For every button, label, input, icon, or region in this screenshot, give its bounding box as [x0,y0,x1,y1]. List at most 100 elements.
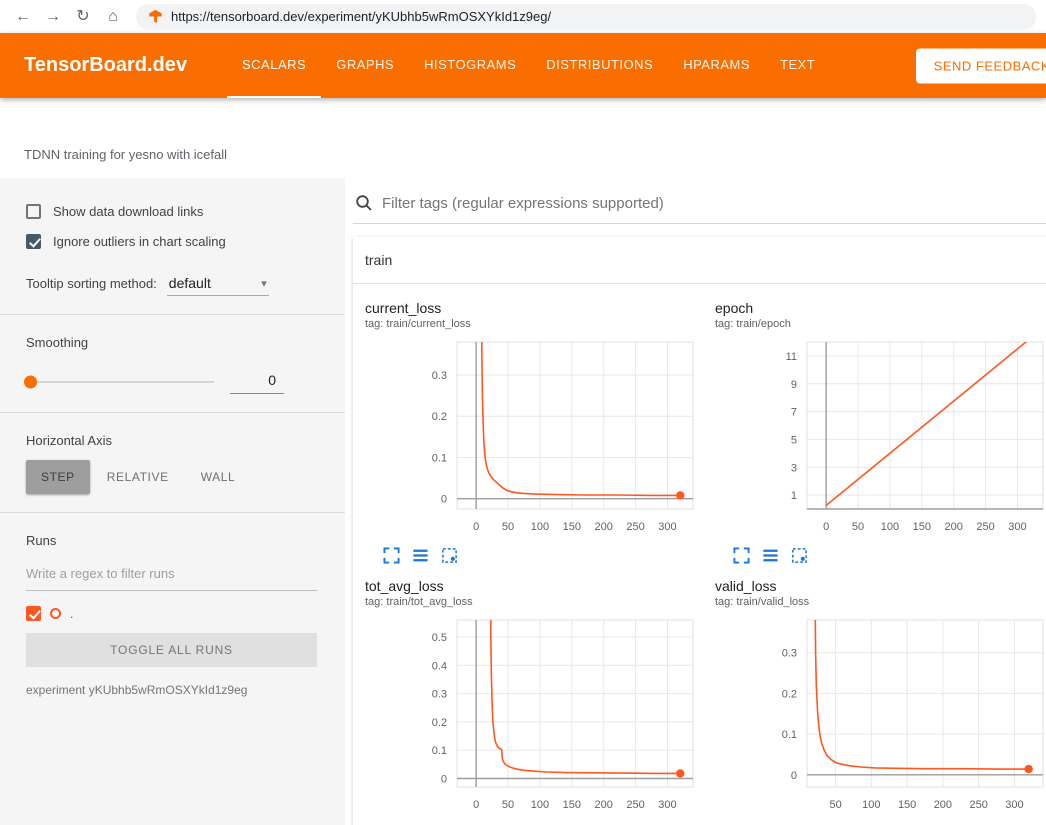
svg-text:150: 150 [913,521,931,533]
ignore-outliers-row[interactable]: Ignore outliers in chart scaling [26,234,317,249]
svg-text:9: 9 [791,379,797,391]
svg-text:50: 50 [502,799,514,811]
toggle-all-runs-button[interactable]: TOGGLE ALL RUNS [26,633,317,667]
svg-text:50: 50 [502,521,514,533]
chart-canvas[interactable]: 0501001502002503001357911 [715,334,1046,539]
sidebar-divider [0,512,345,513]
tab-graphs[interactable]: GRAPHS [321,33,409,98]
svg-text:150: 150 [898,799,916,811]
svg-text:200: 200 [945,521,963,533]
svg-text:0: 0 [441,774,447,786]
ignore-outliers-checkbox[interactable] [26,234,41,249]
svg-text:200: 200 [934,799,952,811]
tooltip-sorting-value: default [169,275,211,291]
svg-text:250: 250 [626,521,644,533]
horizontal-axis-toggle: STEP RELATIVE WALL [26,460,317,494]
svg-text:0.4: 0.4 [432,660,447,672]
svg-text:150: 150 [563,521,581,533]
home-icon[interactable]: ⌂ [100,9,126,25]
fit-domain-button[interactable] [441,547,458,564]
svg-text:100: 100 [862,799,880,811]
svg-text:300: 300 [658,799,676,811]
browser-toolbar: ← → ↻ ⌂ https://tensorboard.dev/experime… [0,0,1046,33]
expand-chart-icon [383,547,400,564]
tab-scalars[interactable]: SCALARS [227,33,321,98]
view-data-button[interactable] [412,547,429,564]
axis-relative-button[interactable]: RELATIVE [92,460,184,494]
chart-tag: tag: train/epoch [715,318,1046,330]
chart-tag: tag: train/tot_avg_loss [365,596,707,608]
axis-step-button[interactable]: STEP [26,460,90,494]
run-name: . [70,607,73,621]
chart-title: tot_avg_loss [365,578,707,594]
data-lines-icon [412,547,429,564]
app-header: TensorBoard.dev SCALARS GRAPHS HISTOGRAM… [0,33,1046,98]
svg-text:0: 0 [473,799,479,811]
experiment-title-strip: TDNN training for yesno with icefall [0,98,1046,178]
train-section-header[interactable]: train [353,237,1046,284]
tag-filter-row [353,186,1046,224]
run-list-item[interactable]: . [26,606,317,621]
runs-filter-input[interactable] [26,558,317,591]
ignore-outliers-label: Ignore outliers in chart scaling [53,234,226,249]
tensorboard-favicon-icon [148,9,163,24]
nav-tabs: SCALARS GRAPHS HISTOGRAMS DISTRIBUTIONS … [227,33,830,98]
svg-text:0.3: 0.3 [432,689,447,701]
fit-domain-button[interactable] [791,547,808,564]
chart-canvas[interactable]: 05010015020025030000.10.20.3 [365,334,701,539]
tab-text[interactable]: TEXT [765,33,830,98]
svg-text:0.1: 0.1 [432,745,447,757]
tag-filter-input[interactable] [382,195,1042,212]
view-data-button[interactable] [762,547,779,564]
scalar-chart-epoch: epochtag: train/epoch0501001502002503001… [715,300,1046,564]
address-bar[interactable]: https://tensorboard.dev/experiment/yKUbh… [136,4,1036,30]
expand-chart-button[interactable] [383,547,400,564]
smoothing-slider[interactable] [26,381,214,383]
expand-chart-button[interactable] [733,547,750,564]
chart-title: current_loss [365,300,707,316]
settings-sidebar: Show data download links Ignore outliers… [0,178,345,825]
tab-distributions[interactable]: DISTRIBUTIONS [531,33,668,98]
fit-domain-icon [791,547,808,564]
back-icon[interactable]: ← [10,9,36,25]
chart-canvas[interactable]: 5010015020025030000.10.20.3 [715,612,1046,817]
svg-text:0: 0 [441,494,447,506]
scalars-dashboard: train current_loss tag: train/current_los… [345,178,1046,825]
horizontal-axis-label: Horizontal Axis [26,433,317,448]
smoothing-value-input[interactable]: 0 [230,370,284,394]
svg-text:3: 3 [791,462,797,474]
sidebar-divider [0,412,345,413]
reload-icon[interactable]: ↻ [70,9,96,25]
tab-hparams[interactable]: HPARAMS [668,33,765,98]
experiment-id-note: experiment yKUbhb5wRmOSXYkId1z9eg [26,683,317,697]
svg-text:0: 0 [791,770,797,782]
charts-grid: current_losstag: train/current_loss05010… [353,284,1046,825]
svg-text:0.1: 0.1 [432,452,447,464]
search-icon [355,194,373,212]
send-feedback-button[interactable]: SEND FEEDBACK [916,48,1046,83]
chart-tag: tag: train/current_loss [365,318,707,330]
svg-text:200: 200 [595,521,613,533]
svg-text:0.1: 0.1 [782,729,797,741]
svg-text:0.3: 0.3 [432,370,447,382]
forward-icon[interactable]: → [40,9,66,25]
svg-text:250: 250 [969,799,987,811]
smoothing-label: Smoothing [26,335,317,350]
chart-title: valid_loss [715,578,1046,594]
tab-histograms[interactable]: HISTOGRAMS [409,33,531,98]
axis-wall-button[interactable]: WALL [186,460,251,494]
show-download-links-row[interactable]: Show data download links [26,204,317,219]
run-color-swatch-icon [50,608,61,619]
tensorboard-logo: TensorBoard.dev [24,54,187,77]
svg-text:5: 5 [791,434,797,446]
scalar-chart-valid_loss: valid_losstag: train/valid_loss501001502… [715,578,1046,825]
run-checkbox[interactable] [26,606,41,621]
chart-canvas[interactable]: 05010015020025030000.10.20.30.40.5 [365,612,701,817]
smoothing-slider-thumb[interactable] [24,376,37,389]
svg-text:100: 100 [881,521,899,533]
show-download-links-checkbox[interactable] [26,204,41,219]
expand-chart-icon [733,547,750,564]
svg-text:0.2: 0.2 [432,717,447,729]
scalar-chart-tot_avg_loss: tot_avg_losstag: train/tot_avg_loss05010… [365,578,707,825]
tooltip-sorting-select[interactable]: default ▾ [167,273,269,296]
